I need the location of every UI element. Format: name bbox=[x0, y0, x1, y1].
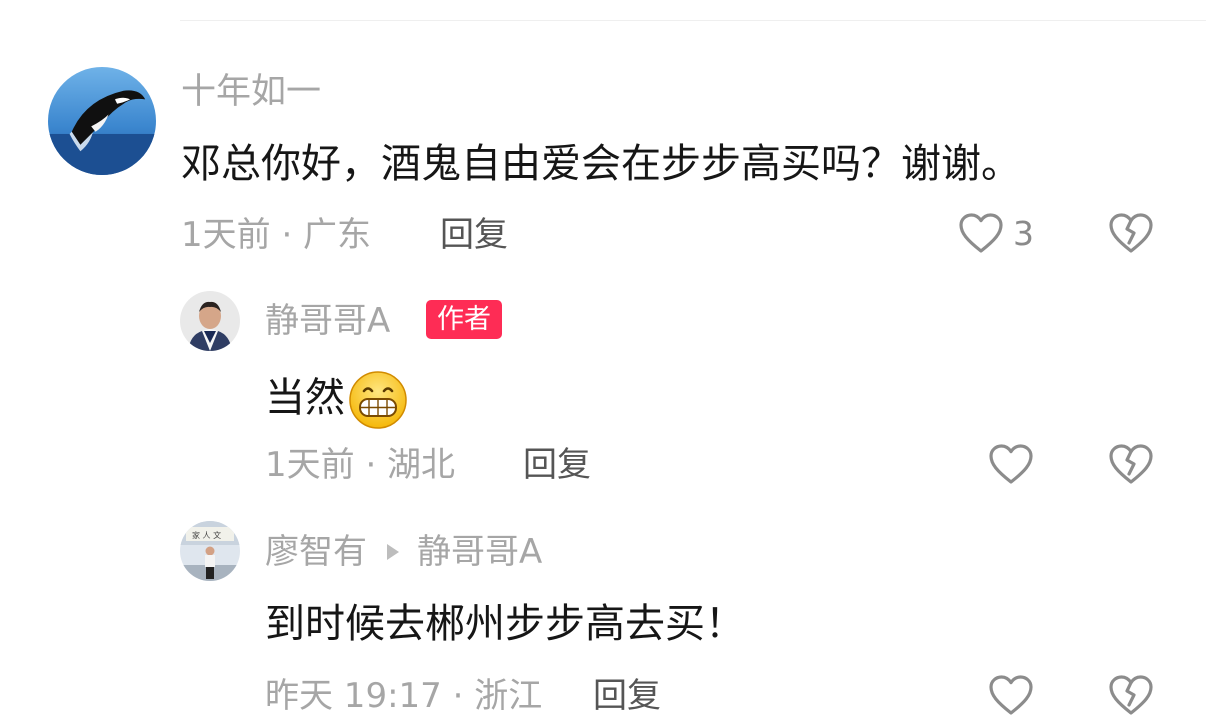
broken-heart-icon bbox=[1109, 675, 1153, 715]
reply-username[interactable]: 廖智有 bbox=[265, 535, 367, 569]
like-count: 3 bbox=[1013, 213, 1034, 253]
comment-username[interactable]: 十年如一 bbox=[181, 75, 321, 110]
play-arrow-icon bbox=[387, 544, 399, 560]
reply-meta: 昨天 19:17 · 浙江 bbox=[265, 676, 543, 716]
comment-text: 邓总你好，酒鬼自由爱会在步步高买吗？谢谢。 bbox=[181, 141, 1021, 187]
reply-to-username[interactable]: 静哥哥A bbox=[417, 535, 542, 569]
reply-button[interactable]: 回复 bbox=[440, 218, 508, 252]
dislike-button[interactable] bbox=[1107, 673, 1155, 717]
svg-text:家 人 文: 家 人 文 bbox=[192, 530, 221, 540]
comment-meta: 1天前 · 广东 bbox=[181, 215, 372, 255]
reply-button[interactable]: 回复 bbox=[593, 679, 661, 713]
broken-heart-icon bbox=[1109, 444, 1153, 484]
reply-text: 当然 bbox=[265, 369, 409, 431]
avatar[interactable]: 家 人 文 bbox=[180, 521, 240, 581]
grin-emoji bbox=[349, 371, 407, 429]
reply-text-label: 当然 bbox=[265, 375, 345, 421]
dislike-button[interactable] bbox=[1107, 211, 1155, 255]
reply-button[interactable]: 回复 bbox=[523, 448, 591, 482]
heart-outline-icon bbox=[959, 213, 1003, 253]
broken-heart-icon bbox=[1109, 213, 1153, 253]
reply-meta: 1天前 · 湖北 bbox=[265, 445, 456, 485]
heart-outline-icon bbox=[989, 675, 1033, 715]
reply-header: 廖智有 静哥哥A bbox=[265, 535, 542, 569]
top-divider bbox=[180, 20, 1206, 21]
avatar[interactable] bbox=[180, 291, 240, 351]
heart-outline-icon bbox=[989, 444, 1033, 484]
like-button[interactable] bbox=[987, 673, 1035, 717]
dislike-button[interactable] bbox=[1107, 442, 1155, 486]
reply-username[interactable]: 静哥哥A bbox=[265, 304, 390, 338]
like-button[interactable]: 3 bbox=[957, 211, 1034, 255]
reply-text: 到时候去郴州步步高去买！ bbox=[265, 601, 745, 647]
author-badge: 作者 bbox=[426, 300, 502, 339]
avatar[interactable] bbox=[48, 67, 156, 175]
like-button[interactable] bbox=[987, 442, 1035, 486]
